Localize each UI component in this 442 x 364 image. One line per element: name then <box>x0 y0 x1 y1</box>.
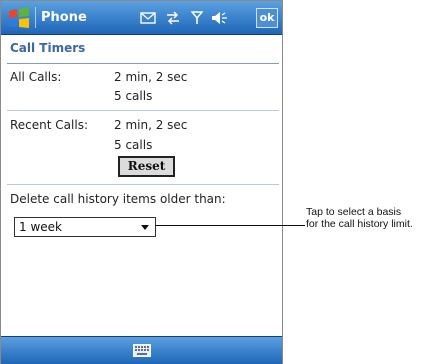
heading-divider <box>7 63 279 64</box>
delete-history-label: Delete call history items older than: <box>10 192 226 206</box>
callout-annotation: Tap to select a basis for the call histo… <box>306 206 442 230</box>
title-divider <box>35 7 36 28</box>
section-divider <box>7 184 279 185</box>
recent-calls-label: Recent Calls: <box>10 118 88 132</box>
chevron-down-icon[interactable] <box>141 225 149 230</box>
title-bar: Phone ok <box>1 1 282 35</box>
app-title: Phone <box>41 10 87 25</box>
callout-line-2: for the call history limit. <box>306 218 413 230</box>
all-calls-label: All Calls: <box>10 70 62 84</box>
volume-icon[interactable] <box>211 11 229 25</box>
history-period-value: 1 week <box>19 220 62 234</box>
menu-bar <box>1 336 282 364</box>
windows-start-icon[interactable] <box>7 7 31 29</box>
section-divider <box>7 110 279 111</box>
connectivity-icon[interactable] <box>165 11 181 25</box>
keyboard-icon[interactable] <box>133 344 151 357</box>
callout-line-1: Tap to select a basis <box>306 206 402 218</box>
reset-button[interactable]: Reset <box>118 156 175 177</box>
recent-calls-count: 5 calls <box>114 138 153 152</box>
sms-icon[interactable] <box>140 11 156 25</box>
phone-screen: Phone ok Call Timers All Calls: 2 min, 2… <box>0 0 283 364</box>
callout-leader-line <box>155 225 305 226</box>
page-title: Call Timers <box>10 41 86 55</box>
all-calls-count: 5 calls <box>114 89 153 103</box>
signal-icon[interactable] <box>191 11 203 25</box>
ok-button[interactable]: ok <box>256 8 278 28</box>
all-calls-duration: 2 min, 2 sec <box>114 70 188 84</box>
history-period-select[interactable]: 1 week <box>14 217 156 237</box>
recent-calls-duration: 2 min, 2 sec <box>114 118 188 132</box>
